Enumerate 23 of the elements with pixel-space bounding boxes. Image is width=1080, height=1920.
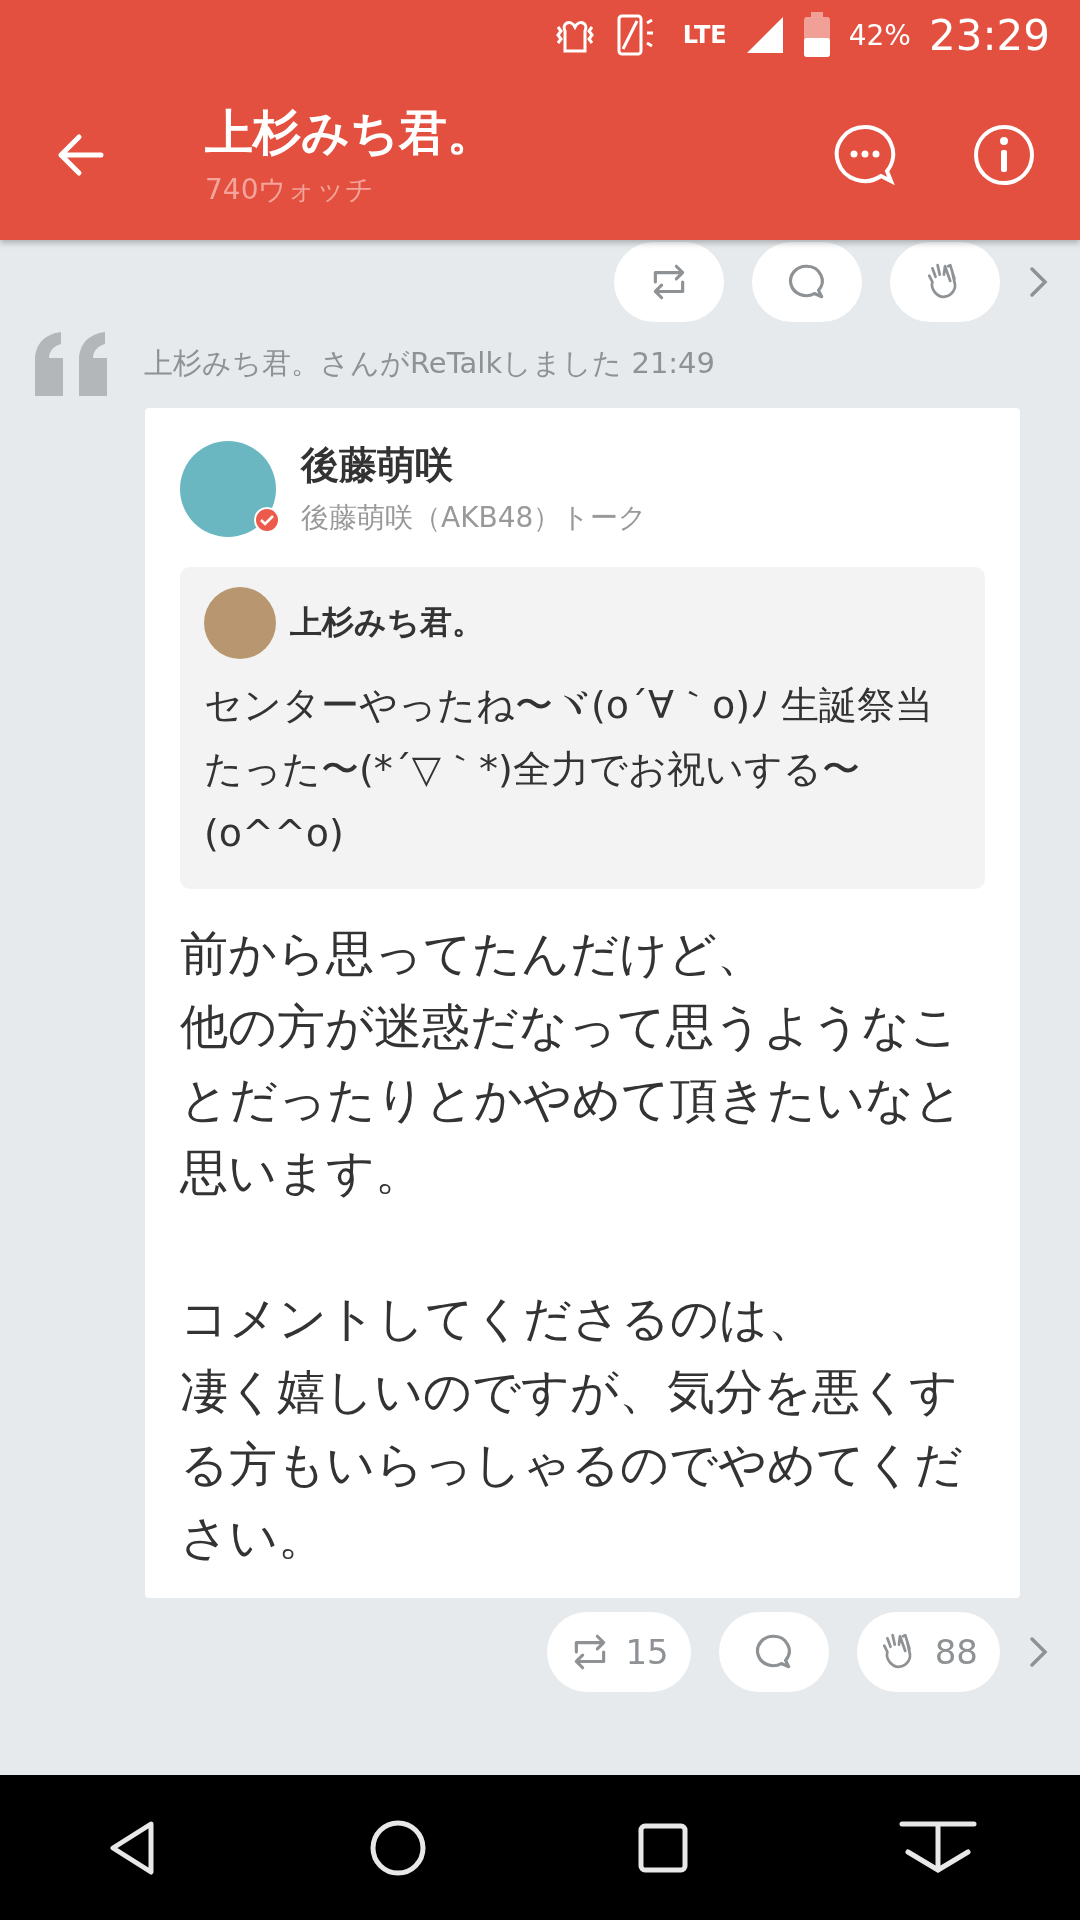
retalk-notice: 上杉みち君。さんがReTalkしました 21:49 bbox=[144, 345, 716, 382]
battery-percentage: 42% bbox=[848, 18, 911, 52]
quote-mark-icon bbox=[35, 332, 109, 396]
clock-time: 23:29 bbox=[928, 10, 1050, 60]
retalk-button[interactable]: 15 bbox=[547, 1612, 691, 1692]
chevron-right-icon[interactable] bbox=[1028, 265, 1050, 299]
header-title: 上杉みち君。 bbox=[205, 103, 496, 162]
info-icon[interactable] bbox=[972, 123, 1036, 187]
post-text-line: 凄く嬉しいのですが、気分を悪くする方もいらっしゃるのでやめてください。 bbox=[180, 1362, 964, 1567]
author-name[interactable]: 後藤萌咲 bbox=[301, 440, 648, 491]
watch-count: 740ウォッチ bbox=[205, 172, 376, 208]
chevron-right-icon[interactable] bbox=[1028, 1635, 1050, 1669]
post-text-line: コメントしてくださるのは、 bbox=[180, 1289, 817, 1348]
battery-icon bbox=[802, 12, 831, 58]
quoted-post-text: センターやったね〜ヾ(o´∀｀o)ﾉ 生誕祭当たった〜(*´▽｀*)全力でお祝いする〜(o^^o) bbox=[204, 682, 935, 857]
post-text-line: 前から思ってたんだけど、 bbox=[180, 924, 766, 983]
quoted-post[interactable]: 上杉みち君。 センターやったね〜ヾ(o´∀｀o)ﾉ 生誕祭当たった〜(*´▽｀*)全力でお祝いする〜(o^^o) bbox=[180, 567, 985, 889]
clap-button[interactable]: 88 bbox=[856, 1612, 1000, 1692]
post-text-line: 他の方が迷惑だなって思うようなことだったりとかやめて頂きたいなと思います。 bbox=[180, 997, 964, 1202]
talk-name[interactable]: 後藤萌咲（AKB48）トーク bbox=[301, 499, 648, 537]
quoted-author-name: 上杉みち君。 bbox=[290, 602, 484, 643]
chat-bubble-icon[interactable] bbox=[833, 123, 897, 187]
network-label: LTE bbox=[682, 21, 727, 49]
